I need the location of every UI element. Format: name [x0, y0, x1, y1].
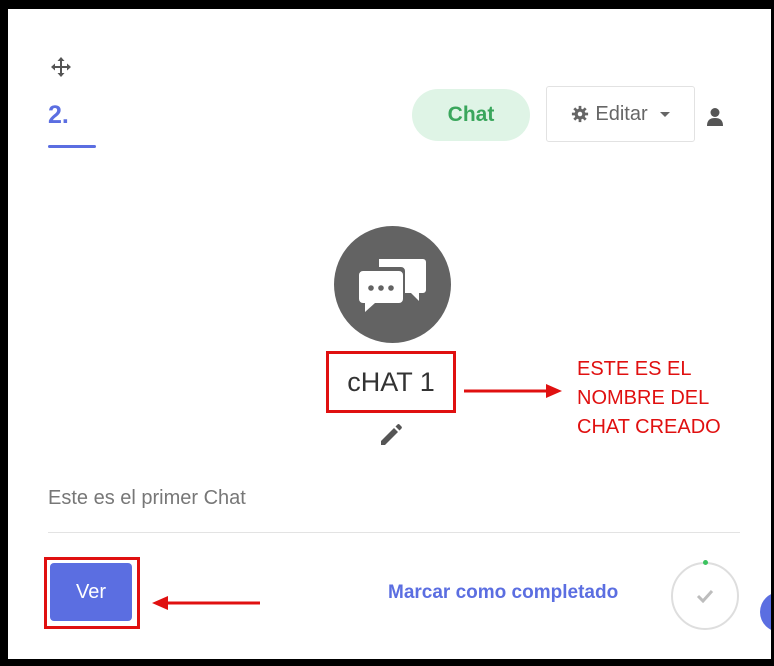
item-name: cHAT 1 [347, 366, 435, 397]
edit-label: Editar [595, 102, 648, 125]
complete-toggle[interactable] [671, 562, 739, 630]
card-number: 2. [48, 101, 69, 129]
ver-button[interactable]: Ver [50, 563, 132, 621]
mark-complete-link[interactable]: Marcar como completado [388, 582, 618, 604]
caret-down-icon [659, 111, 670, 117]
annotation-arrow-left [152, 596, 260, 610]
annotation-text: ESTE ES EL NOMBRE DEL CHAT CREADO [577, 355, 767, 442]
user-icon[interactable] [706, 107, 724, 127]
number-underline [48, 145, 96, 148]
chat-bubbles-icon [358, 258, 426, 312]
item-description: Este es el primer Chat [48, 487, 246, 509]
divider [48, 532, 740, 533]
edit-dropdown-button[interactable]: Editar [546, 86, 695, 142]
card-frame: 2. Chat Editar cHAT 1 ESTE ES EL NOMBRE … [0, 0, 774, 666]
pencil-icon[interactable] [378, 421, 404, 447]
annotation-line: ESTE ES EL [577, 358, 692, 380]
floating-action-button[interactable] [760, 592, 771, 632]
annotation-arrow-right [464, 384, 562, 398]
gear-icon [572, 105, 589, 123]
item-name-highlight: cHAT 1 [326, 351, 456, 413]
type-badge: Chat [412, 89, 530, 141]
status-dot [703, 560, 708, 565]
annotation-line: CHAT CREADO [577, 416, 721, 438]
annotation-line: NOMBRE DEL [577, 387, 710, 409]
check-icon [696, 589, 714, 603]
move-arrows-icon[interactable] [50, 56, 72, 78]
chat-circle [334, 226, 451, 343]
